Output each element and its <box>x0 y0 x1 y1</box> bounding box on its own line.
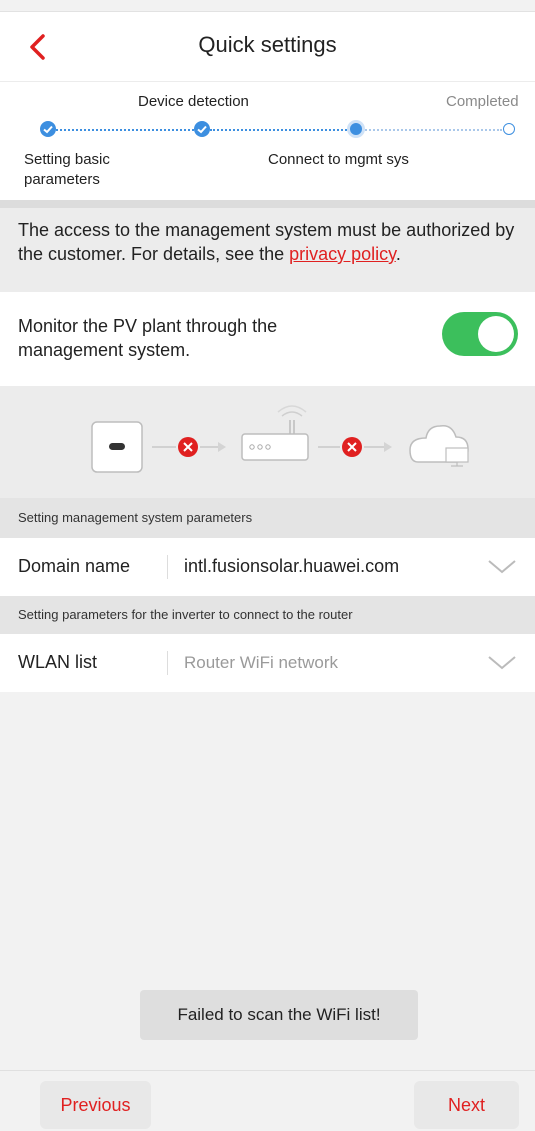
step-current-icon <box>350 123 362 135</box>
next-button[interactable]: Next <box>414 1081 519 1129</box>
status-strip <box>0 0 535 12</box>
inverter-icon <box>91 421 143 473</box>
notice-suffix: . <box>395 244 401 264</box>
step-pending-icon <box>503 123 515 135</box>
section-header-router: Setting parameters for the inverter to c… <box>0 596 535 634</box>
footer: Previous Next <box>0 1070 535 1131</box>
privacy-notice: The access to the management system must… <box>0 200 535 292</box>
step-label-connect-mgmt: Connect to mgmt sys <box>268 151 409 168</box>
step-done-icon <box>194 121 210 137</box>
wlan-list-label: WLAN list <box>18 652 98 672</box>
connection-diagram <box>0 386 535 498</box>
step-label-completed: Completed <box>446 93 519 110</box>
error-icon <box>178 437 198 457</box>
notice-text: The access to the management system must… <box>18 220 515 264</box>
page-title: Quick settings <box>198 32 337 57</box>
divider <box>167 651 168 675</box>
error-icon <box>342 437 362 457</box>
monitor-row: Monitor the PV plant through the managem… <box>0 292 535 386</box>
toast-message: Failed to scan the WiFi list! <box>140 990 418 1040</box>
chevron-down-icon[interactable] <box>487 654 517 672</box>
toggle-knob <box>478 316 514 352</box>
previous-button[interactable]: Previous <box>40 1081 151 1129</box>
step-label-device-detection: Device detection <box>138 93 249 110</box>
step-connector <box>210 129 350 131</box>
domain-name-label: Domain name <box>18 556 131 576</box>
privacy-policy-link[interactable]: privacy policy <box>289 244 396 264</box>
domain-name-value[interactable]: intl.fusionsolar.huawei.com <box>184 556 399 577</box>
step-connector <box>56 129 194 131</box>
monitor-toggle[interactable] <box>442 312 518 356</box>
progress-stepper: Device detection Completed Setting basic… <box>0 82 535 200</box>
header: Quick settings <box>0 12 535 82</box>
monitor-label: Monitor the PV plant through the managem… <box>18 316 278 360</box>
router-icon <box>241 405 309 461</box>
section-header-management: Setting management system parameters <box>0 498 535 538</box>
chevron-down-icon[interactable] <box>487 558 517 576</box>
step-label-basic-params: Setting basic parameters <box>24 151 110 188</box>
divider <box>167 555 168 579</box>
wlan-select[interactable]: Router WiFi network <box>184 653 338 673</box>
domain-name-row[interactable]: Domain name intl.fusionsolar.huawei.com <box>0 538 535 596</box>
cloud-icon <box>409 424 469 467</box>
step-done-icon <box>40 121 56 137</box>
step-connector <box>362 129 502 131</box>
wlan-list-row[interactable]: WLAN list Router WiFi network <box>0 634 535 692</box>
